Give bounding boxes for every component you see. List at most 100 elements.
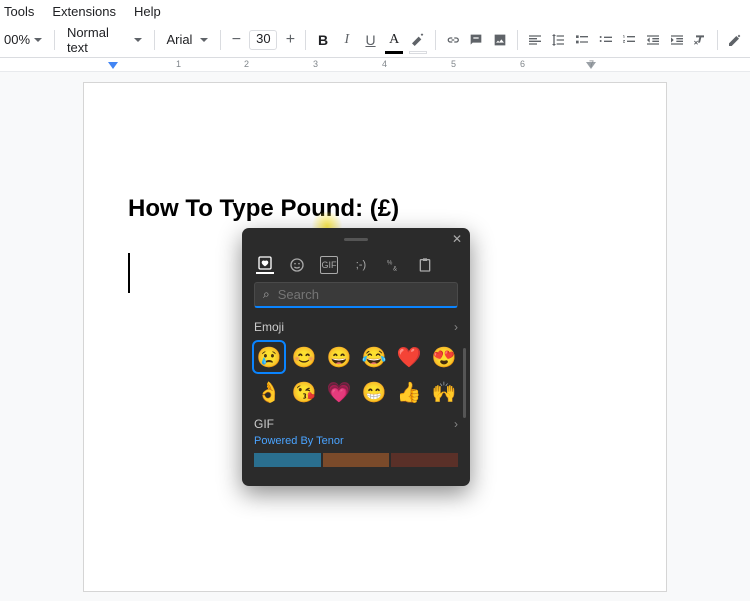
svg-text:&: & <box>393 266 397 272</box>
toolbar-separator <box>54 30 55 50</box>
paragraph-style-label: Normal text <box>67 25 126 55</box>
add-comment-button[interactable] <box>465 28 487 52</box>
chevron-right-icon[interactable]: › <box>454 417 458 431</box>
toolbar-separator <box>435 30 436 50</box>
menu-help[interactable]: Help <box>134 4 161 19</box>
emoji-item[interactable]: 💗 <box>324 377 354 407</box>
emoji-grid: 😢 😊 😄 😂 ❤️ 😍 👌 😘 💗 😁 👍 🙌 <box>254 342 458 407</box>
toolbar-separator <box>305 30 306 50</box>
toolbar: 00% Normal text Arial − 30 + B I U A <box>0 22 750 58</box>
emoji-item[interactable]: 👍 <box>394 377 424 407</box>
tab-emoji[interactable] <box>288 256 306 274</box>
font-size-decrease-button[interactable]: − <box>227 31 245 49</box>
search-icon: ⌕ <box>263 287 270 302</box>
numbered-list-button[interactable] <box>619 28 641 52</box>
checklist-button[interactable] <box>571 28 593 52</box>
insert-image-button[interactable] <box>489 28 511 52</box>
tab-clipboard[interactable] <box>416 256 434 274</box>
ruler-mark: 1 <box>176 59 181 69</box>
gif-thumbnail[interactable] <box>391 453 458 467</box>
emoji-search-input[interactable] <box>278 287 454 302</box>
emoji-item[interactable]: ❤️ <box>394 342 424 372</box>
chevron-down-icon <box>134 38 142 42</box>
highlight-color-button[interactable] <box>407 28 429 52</box>
font-family-label: Arial <box>166 32 192 47</box>
bulleted-list-button[interactable] <box>595 28 617 52</box>
underline-button[interactable]: U <box>360 28 382 52</box>
font-size-input[interactable]: 30 <box>249 30 277 50</box>
tab-gif[interactable]: GIF <box>320 256 338 274</box>
line-spacing-button[interactable] <box>547 28 569 52</box>
ruler-mark: 5 <box>451 59 456 69</box>
font-family-select[interactable]: Arial <box>160 32 214 47</box>
toolbar-separator <box>717 30 718 50</box>
line-spacing-icon <box>550 32 566 48</box>
zoom-select[interactable]: 00% <box>4 32 48 47</box>
image-icon <box>492 32 508 48</box>
toolbar-separator <box>220 30 221 50</box>
close-button[interactable]: ✕ <box>450 232 464 246</box>
paragraph-style-select[interactable]: Normal text <box>61 25 148 55</box>
gif-thumbnail[interactable] <box>254 453 321 467</box>
text-color-button[interactable]: A <box>383 28 405 52</box>
bold-button[interactable]: B <box>312 28 334 52</box>
ruler-mark: 2 <box>244 59 249 69</box>
highlight-color-swatch <box>409 51 427 54</box>
emoji-picker-panel: ✕ GIF ;-) %& ⌕ Emoji › 😢 😊 😄 😂 ❤️ <box>242 228 470 486</box>
insert-link-button[interactable] <box>442 28 464 52</box>
menu-extensions[interactable]: Extensions <box>52 4 116 19</box>
emoji-item[interactable]: 😍 <box>429 342 459 372</box>
horizontal-ruler[interactable]: 1 2 3 4 5 6 7 <box>0 58 750 72</box>
chevron-right-icon[interactable]: › <box>454 320 458 334</box>
font-size-control: − 30 + <box>227 30 299 50</box>
indent-decrease-icon <box>645 32 661 48</box>
menu-tools[interactable]: Tools <box>4 4 34 19</box>
tab-symbols[interactable]: %& <box>384 256 402 274</box>
symbols-icon: %& <box>385 257 401 273</box>
emoji-item[interactable]: 😂 <box>359 342 389 372</box>
gif-section-label: GIF <box>254 417 274 431</box>
emoji-item[interactable]: 🙌 <box>429 377 459 407</box>
emoji-item[interactable]: 😘 <box>289 377 319 407</box>
pencil-icon <box>727 32 743 48</box>
emoji-panel-titlebar[interactable]: ✕ <box>242 228 470 250</box>
emoji-item[interactable]: 👌 <box>254 377 284 407</box>
ruler-mark: 3 <box>313 59 318 69</box>
align-left-icon <box>527 32 543 48</box>
font-size-increase-button[interactable]: + <box>281 31 299 49</box>
menu-bar: Tools Extensions Help <box>0 0 750 22</box>
tab-recent[interactable] <box>256 256 274 274</box>
text-color-swatch <box>385 51 403 54</box>
toolbar-separator <box>154 30 155 50</box>
align-button[interactable] <box>524 28 546 52</box>
bullet-list-icon <box>598 32 614 48</box>
emoji-item[interactable]: 😊 <box>289 342 319 372</box>
indent-marker-icon[interactable] <box>108 62 118 69</box>
italic-button[interactable]: I <box>336 28 358 52</box>
emoji-item[interactable]: 😄 <box>324 342 354 372</box>
emoji-search[interactable]: ⌕ <box>254 282 458 308</box>
gif-section-header[interactable]: GIF › <box>254 417 458 431</box>
editing-mode-button[interactable] <box>724 28 746 52</box>
gif-thumbnail[interactable] <box>323 453 390 467</box>
document-heading[interactable]: How To Type Pound: (£) <box>128 195 622 223</box>
link-icon <box>445 32 461 48</box>
clear-formatting-button[interactable] <box>690 28 712 52</box>
clipboard-icon <box>417 257 433 273</box>
tab-kaomoji[interactable]: ;-) <box>352 256 370 274</box>
chevron-down-icon <box>34 38 42 42</box>
decrease-indent-button[interactable] <box>642 28 664 52</box>
emoji-item[interactable]: 😁 <box>359 377 389 407</box>
emoji-section-header[interactable]: Emoji › <box>254 320 458 334</box>
ruler-mark: 4 <box>382 59 387 69</box>
heart-card-icon <box>257 255 273 271</box>
ruler-mark: 6 <box>520 59 525 69</box>
emoji-item[interactable]: 😢 <box>254 342 284 372</box>
drag-handle-icon[interactable] <box>344 238 368 241</box>
chevron-down-icon <box>200 38 208 42</box>
scrollbar-thumb[interactable] <box>463 348 466 418</box>
text-caret-icon <box>128 253 130 293</box>
emoji-section-label: Emoji <box>254 320 284 334</box>
emoji-section: Emoji › 😢 😊 😄 😂 ❤️ 😍 👌 😘 💗 😁 👍 🙌 <box>242 320 470 407</box>
increase-indent-button[interactable] <box>666 28 688 52</box>
